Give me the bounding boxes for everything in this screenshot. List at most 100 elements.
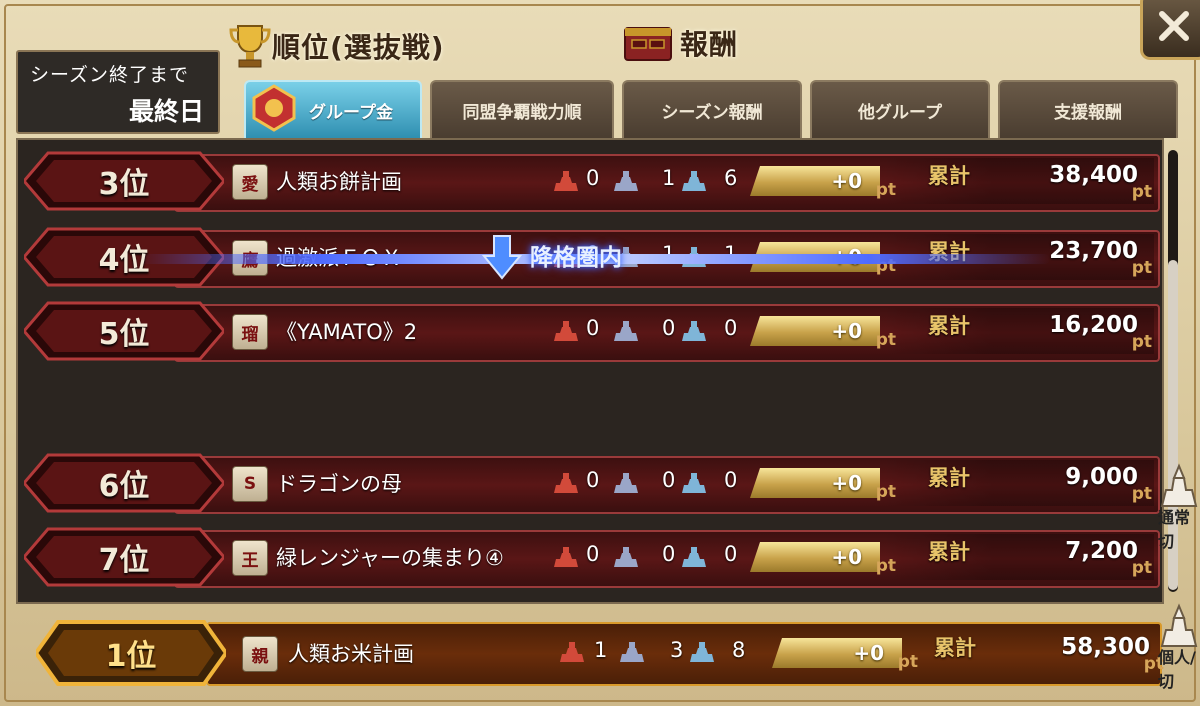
my-group-row[interactable]: 1位 親 人類お米計画 1 3 8 +0 pt 累計 58,300 pt <box>36 618 1164 688</box>
count-blue: 0 <box>724 316 738 340</box>
gain-points-bar: +0pt <box>750 166 896 200</box>
tab-alliance-power[interactable]: 同盟争覇戦力順 <box>430 80 614 138</box>
ranking-row[interactable]: 7位 王緑レンジャーの集まり④ 0 0 0 +0pt 累計 7,200pt <box>24 526 1160 588</box>
side-label-2: 切 <box>1158 532 1175 551</box>
count-silver: 3 <box>670 638 684 662</box>
ranking-row[interactable]: 5位 瑠《YAMATO》2 0 0 0 +0pt 累計 16,200pt <box>24 300 1160 362</box>
group-name: 緑レンジャーの集まり④ <box>276 546 504 570</box>
side-label-1: 通常 <box>1158 508 1191 527</box>
total-points-unit: pt <box>1131 332 1152 352</box>
tab-label: 他グループ <box>858 102 942 123</box>
total-points: 23,700 <box>1049 238 1138 264</box>
gain-points-bar: +0 pt <box>772 638 918 672</box>
count-silver: 0 <box>662 468 676 492</box>
total-label: 累計 <box>928 164 970 188</box>
gain-points-unit: pt <box>897 652 918 672</box>
castle-silver-icon <box>614 321 638 341</box>
gain-points: +0 <box>831 471 862 495</box>
gain-points: +0 <box>831 169 862 193</box>
my-rank-text: 1位 <box>105 639 157 674</box>
side-button-normal[interactable]: 通常 切 <box>1158 460 1200 552</box>
group-emblem-icon: 愛 <box>232 164 268 200</box>
side-button-personal[interactable]: 個人/ 切 <box>1158 600 1200 692</box>
castle-silver-icon <box>614 171 638 191</box>
total-label: 累計 <box>928 540 970 564</box>
castle-blue-icon <box>682 547 706 567</box>
tab-label: シーズン報酬 <box>661 102 763 123</box>
total-points-unit: pt <box>1131 558 1152 578</box>
close-icon <box>1159 11 1189 41</box>
side-label-3: 個人/ <box>1158 648 1196 667</box>
castle-blue-icon <box>690 642 714 662</box>
count-blue: 8 <box>732 638 746 662</box>
tab-support-reward[interactable]: 支援報酬 <box>998 80 1178 138</box>
ranking-title: 順位(選抜戦) <box>272 31 445 64</box>
tab-group-gold[interactable]: グループ金 <box>244 80 422 138</box>
total-points-unit: pt <box>1131 258 1152 278</box>
total-points: 58,300 <box>1061 634 1150 660</box>
castle-red-icon <box>554 473 578 493</box>
count-blue: 0 <box>724 542 738 566</box>
trophy-icon <box>228 22 272 70</box>
ranking-header: 順位(選抜戦) <box>228 22 445 70</box>
group-name: 《YAMATO》2 <box>276 320 418 344</box>
castle-side-icon <box>1160 463 1198 507</box>
reward-header: 報酬 <box>622 22 738 64</box>
reward-title: 報酬 <box>680 28 739 61</box>
rank-badge: 6位 <box>24 452 224 514</box>
total-points: 9,000 <box>1065 464 1138 490</box>
my-group-name: 人類お米計画 <box>288 642 414 666</box>
relegation-divider: 降格圏内 <box>140 226 1050 292</box>
side-label-4: 切 <box>1158 672 1175 691</box>
castle-blue-icon <box>682 171 706 191</box>
count-red: 0 <box>586 468 600 492</box>
count-red: 0 <box>586 166 600 190</box>
count-silver: 1 <box>662 166 676 190</box>
group-name: 人類お餅計画 <box>276 170 402 194</box>
gain-points: +0 <box>853 641 884 665</box>
relegation-label: 降格圏内 <box>530 245 622 271</box>
castle-red-icon <box>554 321 578 341</box>
total-points: 38,400 <box>1049 162 1138 188</box>
gain-points-bar: +0pt <box>750 542 896 576</box>
total-label: 累計 <box>928 466 970 490</box>
rank-badge: 7位 <box>24 526 224 588</box>
castle-silver-icon <box>620 642 644 662</box>
group-emblem-icon: 瑠 <box>232 314 268 350</box>
ranking-row[interactable]: 3位 愛人類お餅計画 0 1 6 +0pt 累計 38,400pt <box>24 150 1160 212</box>
count-blue: 6 <box>724 166 738 190</box>
tab-season-reward[interactable]: シーズン報酬 <box>622 80 802 138</box>
castle-blue-icon <box>682 473 706 493</box>
my-rank-badge: 1位 <box>36 618 226 686</box>
total-label: 累計 <box>928 314 970 338</box>
castle-silver-icon <box>614 547 638 567</box>
count-red: 1 <box>594 638 608 662</box>
castle-red-icon <box>554 547 578 567</box>
tab-bar: グループ金 同盟争覇戦力順 シーズン報酬 他グループ 支援報酬 <box>0 80 1200 138</box>
my-group-emblem-icon: 親 <box>242 636 278 672</box>
rank-badge: 5位 <box>24 300 224 362</box>
rank-text: 3位 <box>98 167 150 202</box>
count-blue: 0 <box>724 468 738 492</box>
castle-red-icon <box>554 171 578 191</box>
castle-side-icon-2 <box>1160 603 1198 647</box>
total-label: 累計 <box>934 636 976 660</box>
rank-text: 5位 <box>98 317 150 352</box>
total-points: 7,200 <box>1065 538 1138 564</box>
close-button[interactable] <box>1140 0 1200 60</box>
tab-other-groups[interactable]: 他グループ <box>810 80 990 138</box>
gain-points-bar: +0pt <box>750 316 896 350</box>
rank-text: 7位 <box>98 543 150 578</box>
total-points-unit: pt <box>1131 484 1152 504</box>
castle-red-icon <box>560 642 584 662</box>
gain-points: +0 <box>831 319 862 343</box>
ranking-row[interactable]: 6位 S ドラゴンの母 0 0 0 +0pt 累計 9,000pt <box>24 452 1160 514</box>
count-red: 0 <box>586 542 600 566</box>
total-points-unit: pt <box>1131 182 1152 202</box>
tab-label: 支援報酬 <box>1054 102 1122 123</box>
count-silver: 0 <box>662 542 676 566</box>
count-silver: 0 <box>662 316 676 340</box>
gold-group-emblem-icon <box>250 84 298 132</box>
rank-text: 6位 <box>98 469 150 504</box>
reward-chest-icon <box>622 22 674 64</box>
